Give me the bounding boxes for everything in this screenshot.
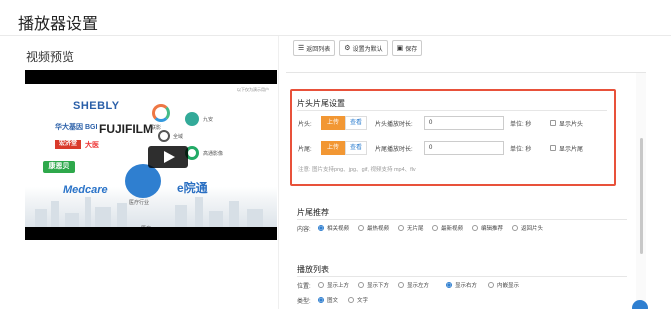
playlist-type-label: 类型:	[297, 299, 311, 305]
logo-circle-icon	[158, 130, 170, 142]
recommend-radio-1[interactable]	[358, 225, 364, 231]
logo-green: 康恩贝	[43, 161, 75, 173]
section-divider	[297, 276, 627, 277]
position-option-4: 内嵌显示	[497, 283, 520, 289]
page-title: 播放器设置	[18, 16, 99, 33]
logo-huada: 华大基因 BGI	[55, 124, 98, 131]
recommend-option-1: 最热视频	[367, 226, 390, 232]
highlight-box	[290, 89, 616, 186]
logo-gaotong: 高通影像	[203, 151, 224, 157]
recommend-option-3: 最新视频	[441, 226, 464, 232]
logo-lianying: 联影	[151, 125, 162, 131]
recommend-option-5: 返回片头	[521, 226, 544, 232]
position-option-3: 显示右方	[455, 283, 478, 289]
settings-icon: ⚙	[344, 45, 351, 52]
play-icon[interactable]	[148, 146, 188, 168]
playlist-title: 播放列表	[297, 265, 329, 274]
section-divider	[297, 219, 627, 220]
position-radio-0[interactable]	[318, 282, 324, 288]
logo-eyuan: e院通	[177, 181, 208, 195]
position-radio-2[interactable]	[398, 282, 404, 288]
recommend-option-0: 相关视频	[327, 226, 350, 232]
video-caption: 以下仅为演示用户	[237, 87, 269, 92]
position-radio-1[interactable]	[358, 282, 364, 288]
save-label: 保存	[405, 46, 418, 53]
toolbar: ☰ 返回列表 ⚙ 设置为默认 ▣ 保存	[293, 40, 423, 56]
position-radio-3[interactable]	[446, 282, 452, 288]
recommend-content-label: 内容:	[297, 227, 311, 233]
recommend-radio-4[interactable]	[472, 225, 478, 231]
recommend-title: 片尾推荐	[297, 208, 329, 217]
preview-label: 视频预览	[26, 50, 75, 64]
logo-jiuan: 九安	[203, 117, 214, 123]
medical-icon	[125, 164, 161, 198]
type-option-1: 文字	[357, 298, 369, 304]
logo-fujifilm: FUJIFILM	[99, 122, 153, 136]
type-radio-1[interactable]	[348, 297, 354, 303]
header-divider	[0, 35, 671, 36]
recommend-option-2: 无片尾	[407, 226, 424, 232]
recommend-radio-5[interactable]	[512, 225, 518, 231]
set-default-label: 设置为默认	[352, 46, 383, 53]
save-icon: ▣	[396, 45, 404, 52]
logo-red-box: 宏济堂	[55, 140, 81, 149]
logo-circle-icon	[185, 112, 199, 126]
position-radio-4[interactable]	[488, 282, 494, 288]
position-option-1: 显示下方	[367, 283, 390, 289]
set-default-button[interactable]: ⚙ 设置为默认	[339, 40, 388, 56]
position-option-0: 显示上方	[327, 283, 350, 289]
video-footer: 医疗	[141, 225, 151, 227]
type-option-0: 图文	[327, 298, 339, 304]
logo-medcare: Medcare	[63, 184, 108, 196]
logo-shebly: SHEBLY	[73, 100, 120, 112]
recommend-radio-0[interactable]	[318, 225, 324, 231]
column-divider	[278, 36, 279, 309]
logo-circle-icon	[152, 104, 170, 122]
help-float-icon[interactable]	[632, 300, 648, 309]
recommend-radio-2[interactable]	[398, 225, 404, 231]
save-button[interactable]: ▣ 保存	[391, 40, 423, 56]
type-radio-0[interactable]	[318, 297, 324, 303]
back-to-list-button[interactable]: ☰ 返回列表	[293, 40, 336, 56]
position-option-2: 显示左方	[407, 283, 430, 289]
recommend-radio-3[interactable]	[432, 225, 438, 231]
logo-dayi: 大医	[85, 142, 99, 149]
video-player[interactable]: 以下仅为演示用户 SHEBLY 华大基因 BGI FUJIFILM 宏济堂 大医…	[25, 70, 277, 240]
logo-quanyi: 全域	[173, 134, 184, 140]
list-icon: ☰	[298, 45, 305, 52]
playlist-position-label: 位置:	[297, 284, 311, 290]
panel-scrollbar[interactable]	[640, 138, 643, 254]
med-industry-label: 医疗行业	[129, 200, 150, 206]
back-to-list-label: 返回列表	[306, 46, 331, 53]
recommend-option-4: 编辑推荐	[481, 226, 504, 232]
